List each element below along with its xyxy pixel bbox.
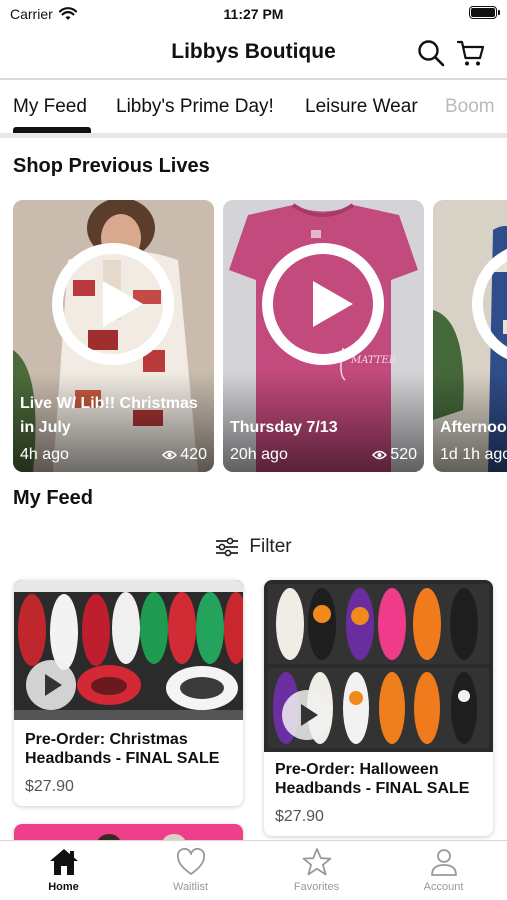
live-time-ago: 4h ago — [20, 446, 69, 463]
status-bar: Carrier 11:27 PM — [0, 0, 507, 30]
filter-label: Filter — [249, 536, 292, 557]
product-card[interactable]: Pre-Order: Christmas Headbands - FINAL S… — [14, 580, 243, 806]
tab-account-label: Account — [423, 881, 464, 893]
svg-text:MATTER: MATTER — [350, 355, 397, 366]
filter-button[interactable]: Filter — [0, 533, 507, 561]
live-time-ago: 20h ago — [230, 446, 288, 463]
search-icon[interactable] — [416, 38, 446, 68]
person-icon — [430, 849, 457, 876]
live-title: Afternoon 7/13 — [440, 419, 507, 436]
play-icon[interactable] — [52, 243, 174, 365]
nav-bar: Libbys Boutique — [0, 30, 507, 80]
tab-waitlist-label: Waitlist — [172, 881, 209, 893]
filter-sliders-icon — [216, 537, 239, 557]
live-title: Live W/ Lib!! Christmas in July — [20, 395, 198, 436]
tab-favorites-label: Favorites — [293, 881, 340, 893]
tab-home-label: Home — [48, 881, 79, 893]
eye-icon — [372, 450, 388, 460]
star-icon — [302, 848, 331, 876]
play-icon[interactable] — [262, 243, 384, 365]
live-title: Thursday 7/13 — [230, 419, 338, 436]
heart-icon — [176, 847, 205, 875]
play-icon[interactable] — [282, 690, 332, 740]
eye-icon — [162, 450, 178, 460]
active-tab-indicator — [13, 127, 91, 133]
home-icon — [49, 849, 78, 875]
my-feed-heading: My Feed — [13, 487, 94, 509]
play-icon[interactable] — [26, 660, 76, 710]
tab-account[interactable]: Account — [380, 847, 507, 900]
tab-waitlist[interactable]: Waitlist — [127, 847, 254, 900]
product-price: $27.90 — [25, 778, 74, 795]
bottom-tab-bar: Home Waitlist Favorites Account — [0, 840, 507, 900]
tab-favorites[interactable]: Favorites — [253, 847, 380, 900]
product-name: Pre-Order: Halloween Headbands - FINAL S… — [275, 761, 470, 797]
previous-lives-carousel[interactable]: Live W/ Lib!! Christmas in July 4h ago 4… — [0, 200, 507, 472]
tab-my-feed[interactable]: My Feed — [13, 96, 87, 118]
cart-icon[interactable] — [456, 38, 486, 68]
live-card[interactable]: MATTER Thursday 7/13 20h ago 520 — [223, 200, 424, 472]
product-name: Pre-Order: Christmas Headbands - FINAL S… — [25, 731, 220, 767]
category-tabs: My Feed Libby's Prime Day! Leisure Wear … — [0, 82, 507, 138]
live-view-count: 520 — [390, 446, 417, 463]
tab-boom[interactable]: Boom — [445, 96, 495, 118]
live-time-ago: 1d 1h ago — [440, 446, 507, 463]
live-card[interactable]: Afternoon 7/13 1d 1h ago — [433, 200, 507, 472]
product-price: $27.90 — [275, 808, 324, 825]
status-time: 11:27 PM — [223, 6, 284, 22]
live-card[interactable]: Live W/ Lib!! Christmas in July 4h ago 4… — [13, 200, 214, 472]
tab-leisure-wear[interactable]: Leisure Wear — [305, 96, 418, 118]
live-view-count: 420 — [180, 446, 207, 463]
product-card[interactable]: Pre-Order: Halloween Headbands - FINAL S… — [264, 580, 493, 836]
battery-icon — [469, 6, 500, 19]
previous-lives-heading: Shop Previous Lives — [13, 155, 210, 177]
tab-libbys-prime-day[interactable]: Libby's Prime Day! — [116, 96, 274, 118]
tab-home[interactable]: Home — [0, 847, 127, 900]
